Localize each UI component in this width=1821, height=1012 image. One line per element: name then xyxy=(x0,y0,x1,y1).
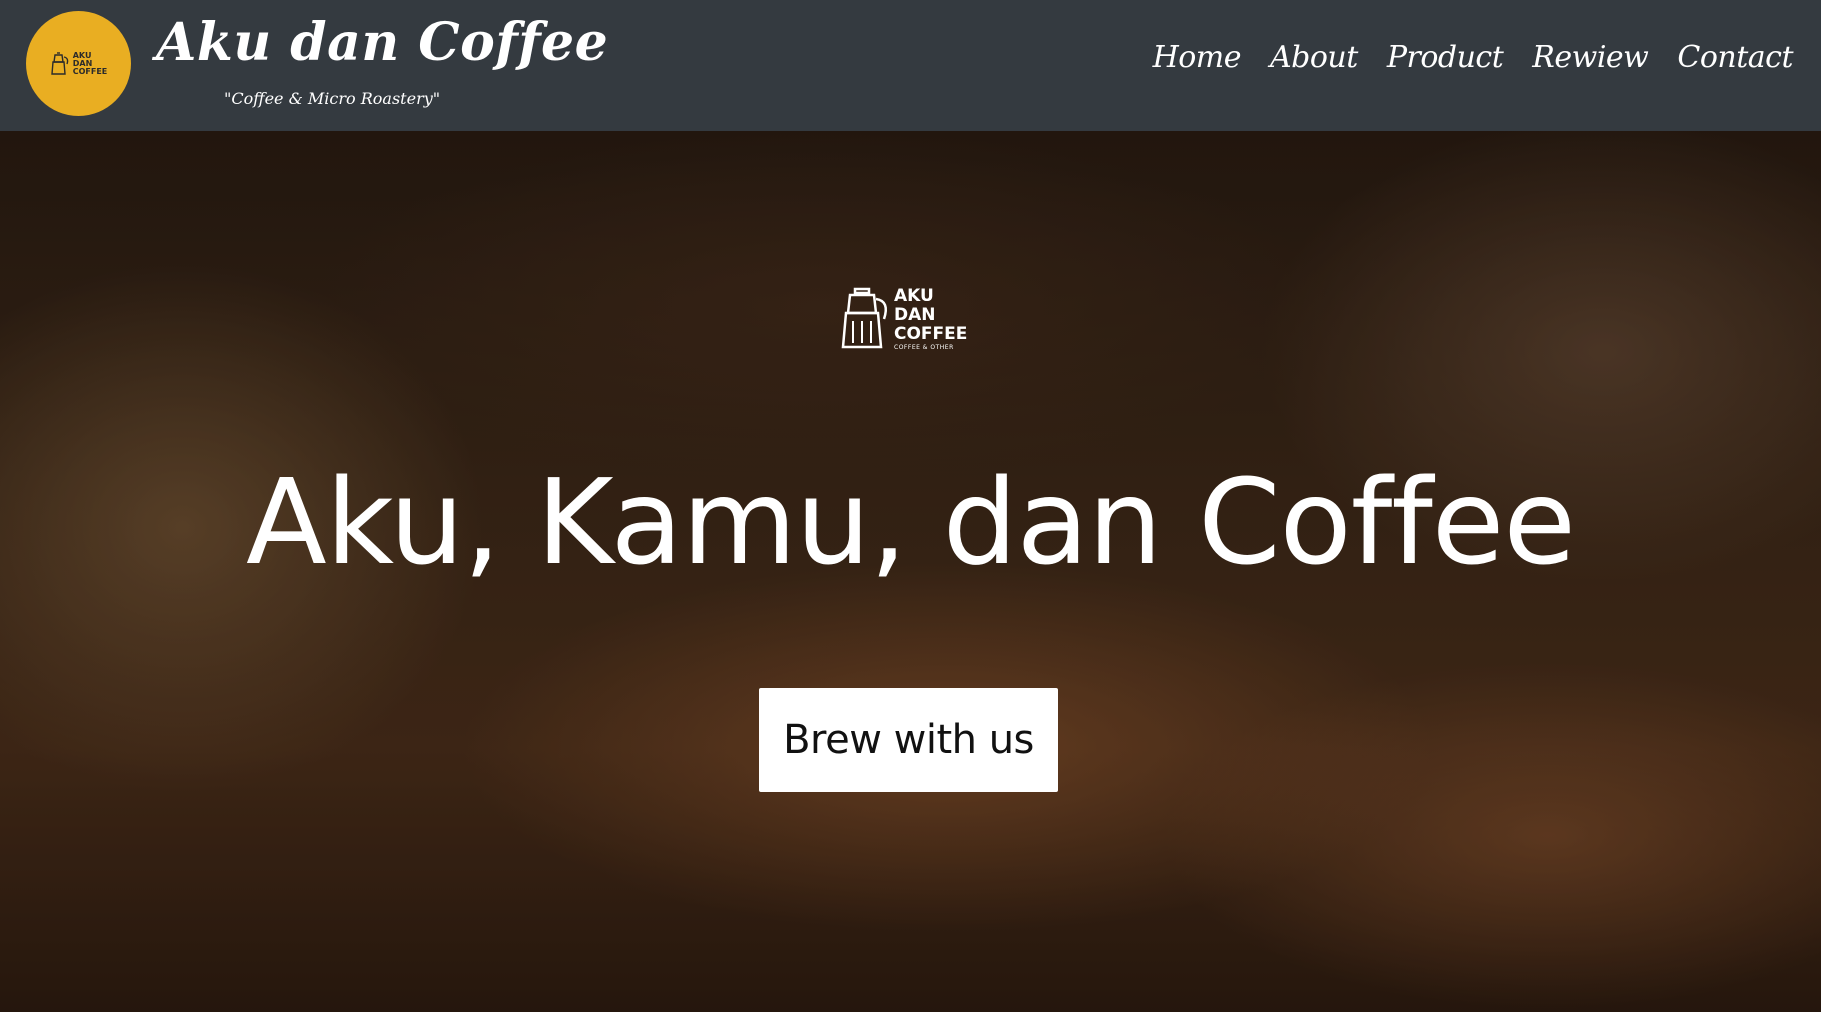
hero-title: Aku, Kamu, dan Coffee xyxy=(246,453,1576,591)
nav-link-contact[interactable]: Contact xyxy=(1677,40,1793,75)
moka-pot-icon xyxy=(50,51,68,75)
nav-link-about[interactable]: About xyxy=(1270,40,1358,75)
brand-title[interactable]: Aku dan Coffee xyxy=(156,12,608,73)
hero-logo-text: AKU DAN COFFEE COFFEE & OTHER xyxy=(894,286,968,352)
navbar: AKU DAN COFFEE Aku dan Coffee "Coffee & … xyxy=(0,0,1821,131)
brew-with-us-button[interactable]: Brew with us xyxy=(759,688,1058,792)
moka-pot-icon xyxy=(841,287,887,349)
nav-link-review[interactable]: Rewiew xyxy=(1532,40,1649,75)
nav-link-home[interactable]: Home xyxy=(1153,40,1242,75)
nav-link-product[interactable]: Product xyxy=(1387,40,1504,75)
hero-content: AKU DAN COFFEE COFFEE & OTHER Aku, Kamu,… xyxy=(0,131,1821,1012)
hero-logo: AKU DAN COFFEE COFFEE & OTHER xyxy=(838,287,967,351)
brand-logo-text: AKU DAN COFFEE xyxy=(72,50,108,76)
nav-menu: Home About Product Rewiew Contact xyxy=(1153,40,1794,75)
brand-tagline: "Coffee & Micro Roastery" xyxy=(224,89,441,108)
hero-section: AKU DAN COFFEE COFFEE & OTHER Aku, Kamu,… xyxy=(0,131,1821,1012)
brand-logo[interactable]: AKU DAN COFFEE xyxy=(26,11,131,116)
